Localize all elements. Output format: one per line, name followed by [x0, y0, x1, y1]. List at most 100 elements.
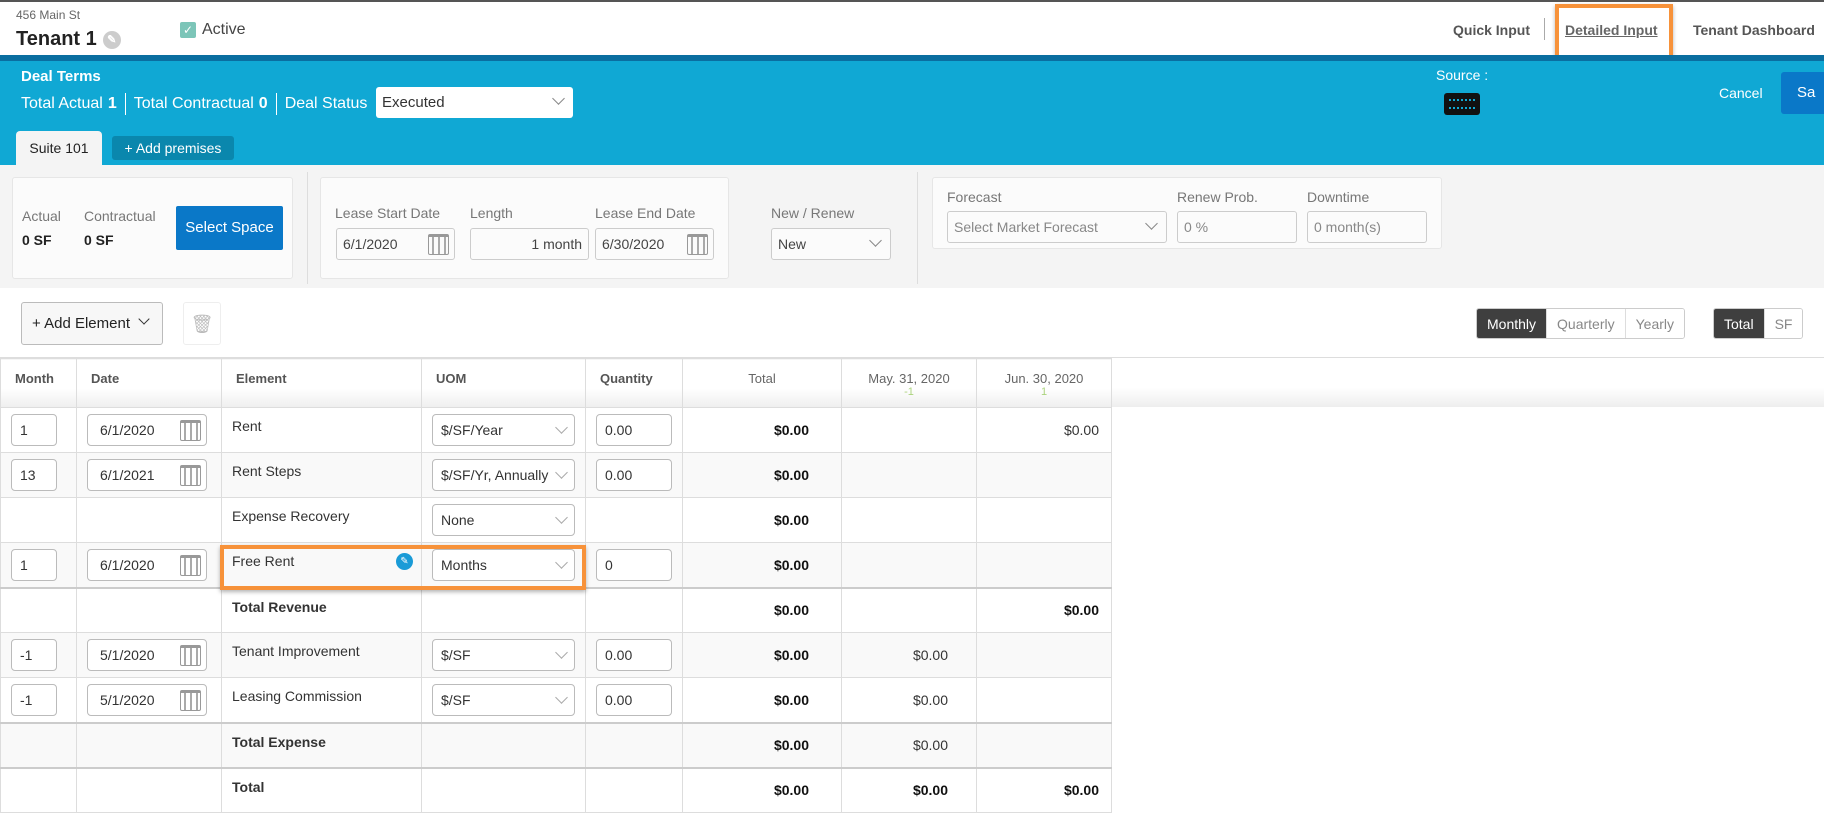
- lease-end-input[interactable]: 6/30/2020: [595, 228, 714, 260]
- renew-prob-input[interactable]: 0 %: [1177, 211, 1297, 243]
- may-cell: [841, 452, 977, 498]
- col-date: Date: [76, 358, 222, 408]
- nav-quick-input[interactable]: Quick Input: [1453, 22, 1530, 38]
- quantity-cell: 0.00: [585, 407, 683, 453]
- period-yearly[interactable]: Yearly: [1624, 309, 1685, 338]
- forecast-select[interactable]: Select Market Forecast: [947, 211, 1167, 243]
- date-value: 5/1/2020: [100, 647, 155, 663]
- element-cell: Total Expense: [221, 721, 422, 768]
- calendar-icon[interactable]: [180, 420, 201, 441]
- date-value: 6/1/2020: [100, 422, 155, 438]
- total-cell: $0.00: [682, 452, 842, 498]
- jun-cell: [976, 632, 1112, 678]
- basis-total[interactable]: Total: [1714, 309, 1764, 338]
- uom-cell: [421, 721, 586, 768]
- actual-value: 0 SF: [22, 232, 52, 248]
- chevron-down-icon: [1145, 217, 1158, 230]
- uom-value: $/SF: [441, 691, 471, 708]
- uom-select[interactable]: $/SF/Yr, Annually: [432, 459, 575, 491]
- date-cell: [76, 497, 222, 543]
- month-input[interactable]: 1: [11, 414, 57, 446]
- quantity-input[interactable]: 0: [596, 548, 672, 581]
- total-contractual-label: Total Contractual: [133, 95, 254, 112]
- quantity-input[interactable]: 0.00: [596, 639, 672, 671]
- date-input[interactable]: 6/1/2020: [87, 414, 207, 446]
- may-cell: [841, 542, 977, 588]
- nav-tenant-dashboard[interactable]: Tenant Dashboard: [1693, 22, 1815, 38]
- chevron-down-icon: [555, 511, 568, 524]
- delete-button[interactable]: 🗑: [183, 302, 221, 345]
- basis-sf[interactable]: SF: [1763, 309, 1803, 338]
- element-name: Expense Recovery: [232, 508, 350, 524]
- date-input[interactable]: 6/1/2021: [87, 459, 207, 491]
- period-quarterly[interactable]: Quarterly: [1546, 309, 1625, 338]
- calendar-icon[interactable]: [687, 234, 708, 255]
- period-monthly[interactable]: Monthly: [1477, 309, 1547, 338]
- date-cell: [76, 766, 222, 813]
- element-cell: Total Revenue: [221, 586, 422, 633]
- month-input[interactable]: 13: [11, 459, 57, 491]
- check-icon: ✓: [180, 22, 196, 38]
- tab-suite-101[interactable]: Suite 101: [16, 131, 102, 165]
- total-cell: $0.00: [682, 407, 842, 453]
- month-cell: [0, 721, 77, 768]
- chevron-down-icon: [869, 234, 882, 247]
- uom-select[interactable]: $/SF/Year: [432, 414, 575, 446]
- date-input[interactable]: 6/1/2020: [87, 548, 207, 581]
- element-cell: Rent Steps: [221, 452, 422, 498]
- active-checkbox[interactable]: ✓ Active: [180, 21, 246, 39]
- date-cell: [76, 721, 222, 768]
- month-input[interactable]: -1: [11, 639, 57, 671]
- date-cell: 5/1/2020: [76, 632, 222, 678]
- top-bar: [0, 0, 1824, 55]
- period-toggle: Monthly Quarterly Yearly: [1476, 308, 1686, 339]
- select-space-button[interactable]: Select Space: [176, 206, 283, 250]
- month-input[interactable]: -1: [11, 683, 57, 716]
- add-premises-button[interactable]: + Add premises: [112, 136, 234, 160]
- lease-end-value: 6/30/2020: [602, 236, 665, 252]
- quantity-input[interactable]: 0.00: [596, 683, 672, 716]
- element-name: Rent Steps: [232, 463, 302, 479]
- date-input[interactable]: 5/1/2020: [87, 639, 207, 671]
- month-cell: 1: [0, 407, 77, 453]
- calendar-icon[interactable]: [180, 465, 201, 486]
- lease-start-input[interactable]: 6/1/2020: [336, 228, 455, 260]
- length-input[interactable]: 1 month: [470, 228, 589, 260]
- calendar-icon[interactable]: [180, 689, 201, 711]
- actual-label: Actual: [22, 208, 61, 224]
- element-name: Leasing Commission: [232, 688, 362, 704]
- cancel-button[interactable]: Cancel: [1719, 85, 1763, 101]
- active-label: Active: [202, 21, 246, 38]
- calendar-icon[interactable]: [180, 645, 201, 666]
- edit-tenant-icon[interactable]: ✎: [102, 30, 121, 49]
- uom-select[interactable]: $/SF: [432, 683, 575, 716]
- uom-select[interactable]: $/SF: [432, 639, 575, 671]
- forecast-label: Forecast: [947, 189, 1002, 205]
- deal-terms-title: Deal Terms: [21, 68, 101, 85]
- keyboard-icon: [1444, 93, 1480, 115]
- element-name: Tenant Improvement: [232, 643, 360, 659]
- month-input[interactable]: 1: [11, 548, 57, 581]
- save-button[interactable]: Sa: [1781, 72, 1824, 114]
- col-may-offset: -1: [904, 386, 914, 398]
- new-renew-select[interactable]: New: [771, 228, 891, 260]
- table-row: Total $0.00 $0.00 $0.00: [0, 766, 1112, 813]
- uom-cell: $/SF: [421, 677, 586, 723]
- table-row: Total Expense $0.00 $0.00: [0, 721, 1112, 768]
- date-input[interactable]: 5/1/2020: [87, 683, 207, 716]
- downtime-input[interactable]: 0 month(s): [1307, 211, 1427, 243]
- calendar-icon[interactable]: [428, 234, 449, 255]
- trash-icon: 🗑: [190, 314, 214, 334]
- element-cell: Tenant Improvement: [221, 632, 422, 678]
- month-cell: -1: [0, 632, 77, 678]
- quantity-input[interactable]: 0.00: [596, 414, 672, 446]
- element-name: Rent: [232, 418, 262, 434]
- quantity-input[interactable]: 0.00: [596, 459, 672, 491]
- calendar-icon[interactable]: [180, 554, 201, 576]
- deal-status-select[interactable]: Executed: [376, 87, 573, 118]
- add-element-button[interactable]: + Add Element: [21, 302, 163, 345]
- col-element: Element: [221, 358, 422, 408]
- total-actual-label: Total Actual: [21, 95, 103, 112]
- renew-prob-label: Renew Prob.: [1177, 189, 1258, 205]
- uom-select[interactable]: None: [432, 504, 575, 536]
